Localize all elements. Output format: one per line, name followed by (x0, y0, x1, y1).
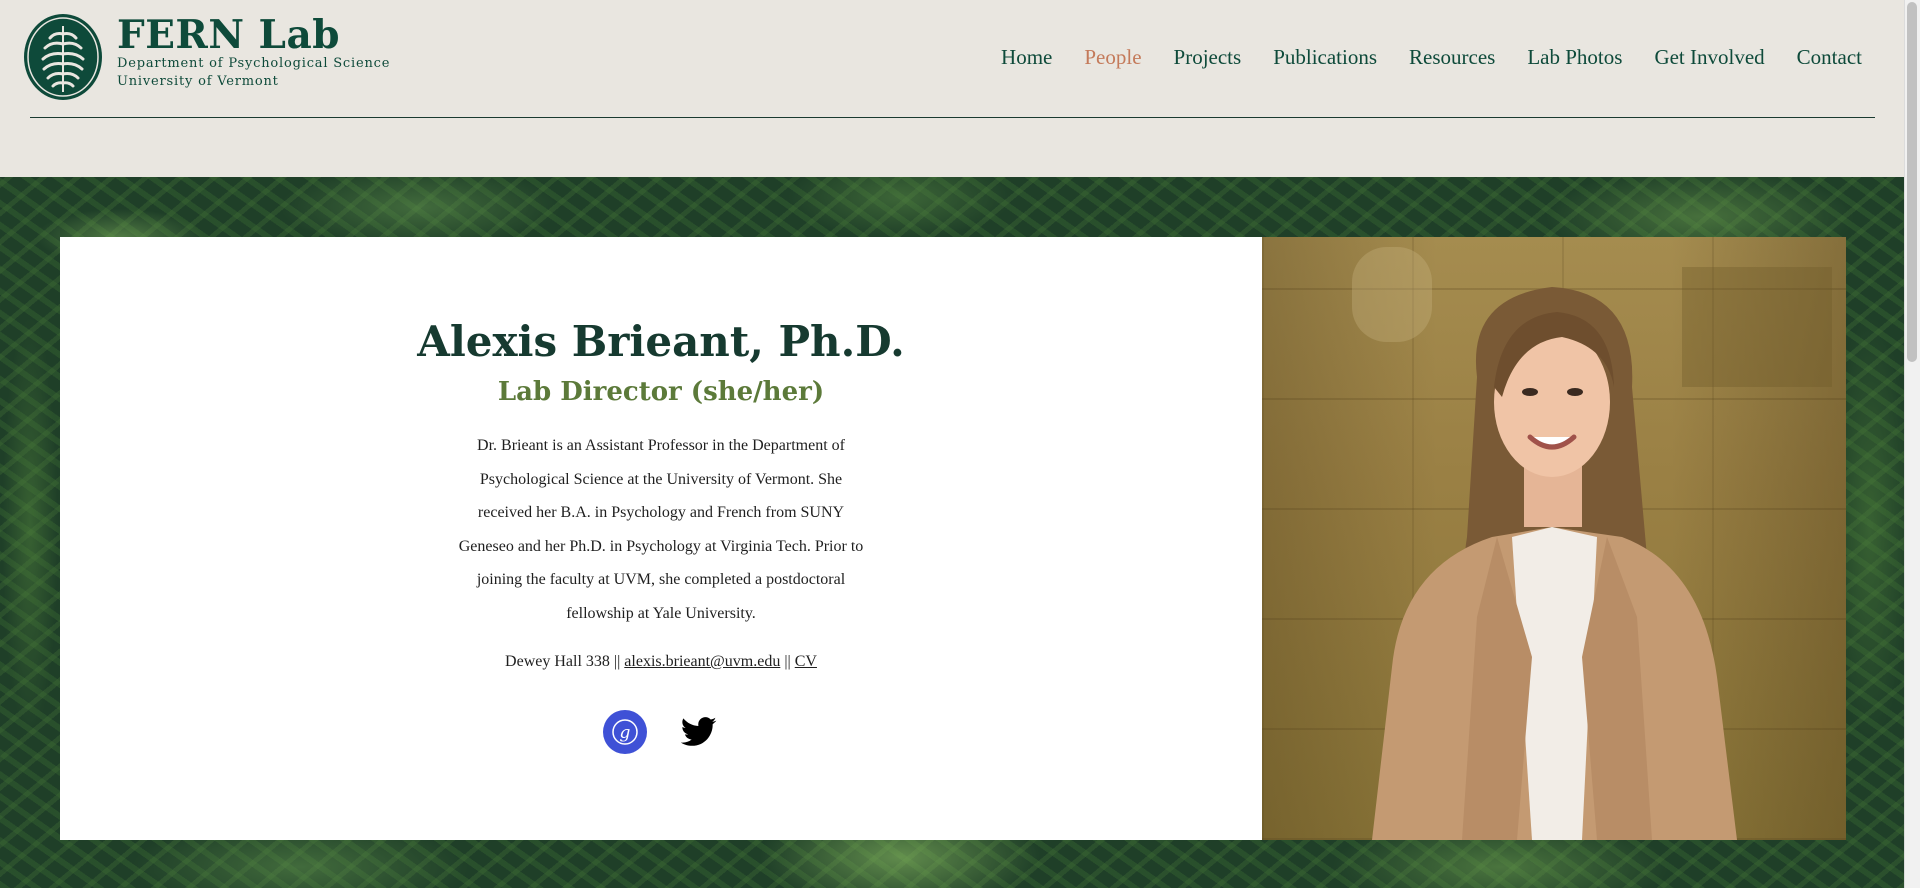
nav-lab-photos[interactable]: Lab Photos (1527, 45, 1622, 70)
twitter-icon[interactable] (679, 712, 719, 752)
portrait-illustration (1352, 247, 1832, 840)
header-divider (30, 117, 1875, 118)
site-subtitle-university: University of Vermont (117, 74, 279, 89)
nav-publications[interactable]: Publications (1273, 45, 1377, 70)
google-scholar-icon[interactable]: g (603, 710, 647, 754)
fern-leaf-icon[interactable] (22, 12, 104, 102)
page-scrollbar[interactable] (1904, 0, 1920, 888)
profile-bio: Dr. Brieant is an Assistant Professor in… (458, 437, 864, 622)
nav-resources[interactable]: Resources (1409, 45, 1495, 70)
cv-link[interactable]: CV (795, 653, 817, 670)
scrollbar-thumb[interactable] (1907, 2, 1917, 362)
profile-contact: Dewey Hall 338 || alexis.brieant@uvm.edu… (60, 653, 1262, 671)
nav-get-involved[interactable]: Get Involved (1654, 45, 1764, 70)
site-header: FERN Lab Department of Psychological Sci… (0, 0, 1904, 177)
site-title[interactable]: FERN Lab (117, 12, 340, 58)
nav-home[interactable]: Home (1001, 45, 1052, 70)
profile-name: Alexis Brieant, Ph.D. (417, 317, 905, 366)
social-links: g (603, 710, 719, 754)
main-nav: Home People Projects Publications Resour… (969, 45, 1862, 70)
site-subtitle-department: Department of Psychological Science (117, 56, 391, 71)
office-location: Dewey Hall 338 (505, 653, 610, 670)
nav-projects[interactable]: Projects (1174, 45, 1242, 70)
email-link[interactable]: alexis.brieant@uvm.edu (624, 653, 780, 670)
separator: || (784, 653, 791, 670)
svg-text:g: g (620, 723, 631, 743)
profile-role: Lab Director (she/her) (497, 377, 825, 407)
separator: || (613, 653, 621, 670)
profile-photo (1262, 237, 1846, 840)
profile-card: Alexis Brieant, Ph.D. Lab Director (she/… (60, 237, 1262, 840)
nav-people[interactable]: People (1084, 45, 1141, 70)
nav-contact[interactable]: Contact (1797, 45, 1862, 70)
